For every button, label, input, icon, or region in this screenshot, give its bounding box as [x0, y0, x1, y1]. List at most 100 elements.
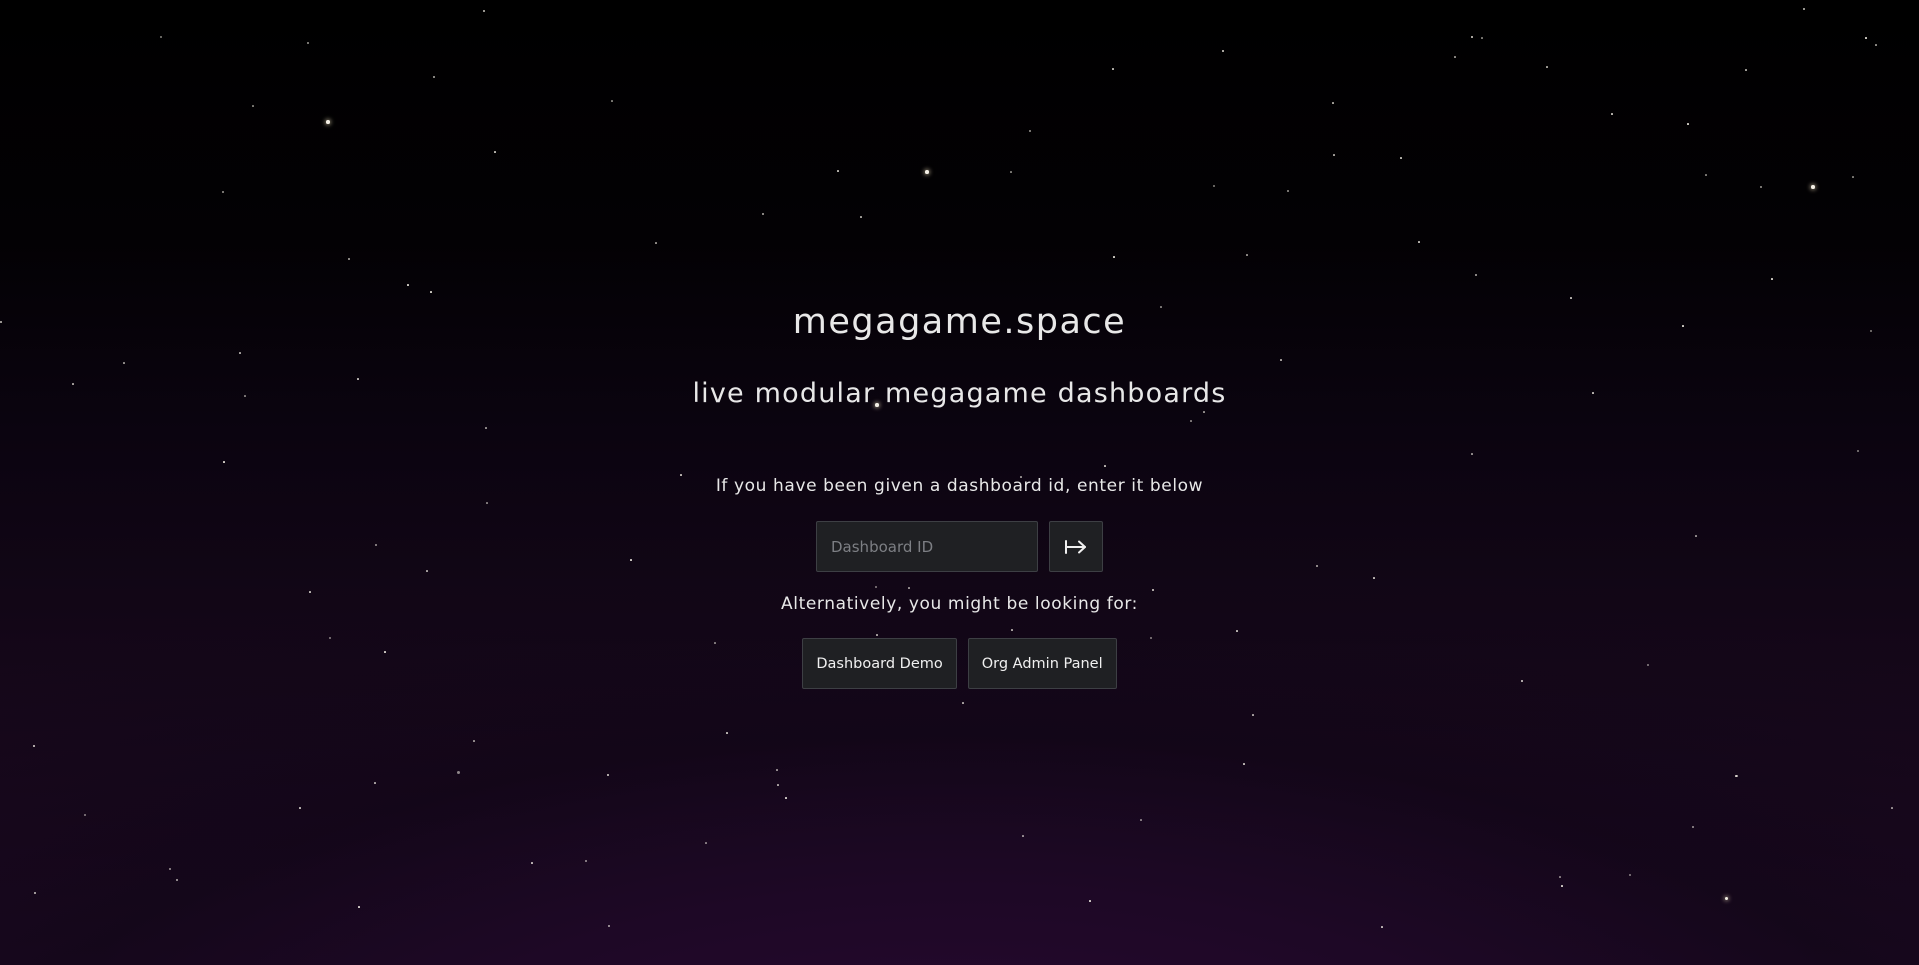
star [1891, 807, 1893, 809]
star [252, 105, 254, 107]
star [1811, 185, 1815, 189]
star [239, 352, 241, 354]
star [1865, 37, 1867, 39]
star [1400, 157, 1402, 159]
star [348, 258, 350, 260]
star [83, 813, 87, 817]
star [1546, 66, 1548, 68]
star [776, 769, 778, 771]
star [426, 570, 428, 572]
star [1222, 50, 1224, 52]
star [655, 242, 657, 244]
star [32, 744, 36, 748]
star [1252, 714, 1254, 716]
star [1471, 453, 1473, 455]
star [494, 151, 496, 153]
star [1381, 926, 1383, 928]
star [1570, 297, 1572, 299]
star [1875, 44, 1877, 46]
dashboard-id-prompt: If you have been given a dashboard id, e… [715, 476, 1204, 496]
star [222, 191, 224, 193]
star [1771, 278, 1773, 280]
dashboard-id-input[interactable] [816, 521, 1038, 572]
star [705, 842, 707, 844]
star [962, 702, 964, 704]
go-to-dashboard-button[interactable] [1049, 521, 1103, 572]
star [1475, 274, 1477, 276]
star [1236, 630, 1238, 632]
star [1280, 359, 1282, 361]
star [1471, 36, 1473, 38]
star [1852, 176, 1854, 178]
star [1243, 763, 1245, 765]
star [485, 427, 487, 429]
star [1212, 184, 1216, 188]
star [309, 591, 311, 593]
star [777, 784, 779, 786]
star [1112, 68, 1114, 70]
star [1022, 835, 1024, 837]
star [585, 860, 587, 862]
star [326, 120, 330, 124]
star [1705, 174, 1707, 176]
dashboard-id-form [816, 521, 1103, 572]
star [837, 170, 839, 172]
star [1745, 69, 1747, 71]
org-admin-panel-button[interactable]: Org Admin Panel [967, 638, 1117, 689]
star [123, 362, 125, 364]
star [1287, 190, 1289, 192]
star [1760, 186, 1762, 188]
star [358, 906, 360, 908]
star [1857, 450, 1859, 452]
star [1190, 420, 1192, 422]
star [1140, 819, 1142, 821]
star [1332, 102, 1334, 104]
star [1561, 885, 1563, 887]
star [223, 461, 225, 463]
star [175, 878, 179, 882]
arrow-right-to-bar-icon [1065, 539, 1086, 554]
star [307, 42, 309, 44]
star [1373, 577, 1375, 579]
star [486, 502, 488, 504]
star [1011, 629, 1013, 631]
star [169, 868, 171, 870]
alternatives-text: Alternatively, you might be looking for: [781, 594, 1138, 614]
star [1735, 774, 1739, 778]
star [1629, 874, 1631, 876]
star [483, 10, 485, 12]
dashboard-demo-button[interactable]: Dashboard Demo [802, 638, 957, 689]
site-title: megagame.space [792, 302, 1127, 342]
star [432, 75, 436, 79]
star [1559, 876, 1561, 878]
star [531, 862, 533, 864]
star [608, 925, 610, 927]
star [1692, 826, 1694, 828]
star [1695, 535, 1697, 537]
star [407, 284, 409, 286]
star [1418, 241, 1420, 243]
star [1333, 154, 1335, 156]
star [1029, 130, 1031, 132]
star [473, 740, 475, 742]
star [1803, 8, 1805, 10]
star [1104, 465, 1106, 467]
star [1724, 896, 1728, 900]
star [34, 892, 36, 894]
star [611, 100, 613, 102]
star [1203, 411, 1205, 413]
star [785, 797, 787, 799]
star [1315, 564, 1319, 568]
star [1611, 113, 1613, 115]
star [908, 587, 910, 589]
star [607, 774, 609, 776]
star [630, 559, 632, 561]
star [1481, 37, 1483, 39]
star [762, 213, 764, 215]
star [375, 544, 377, 546]
star [925, 170, 929, 174]
star [876, 634, 878, 636]
star [1089, 900, 1091, 902]
star [1113, 256, 1115, 258]
star [374, 782, 376, 784]
